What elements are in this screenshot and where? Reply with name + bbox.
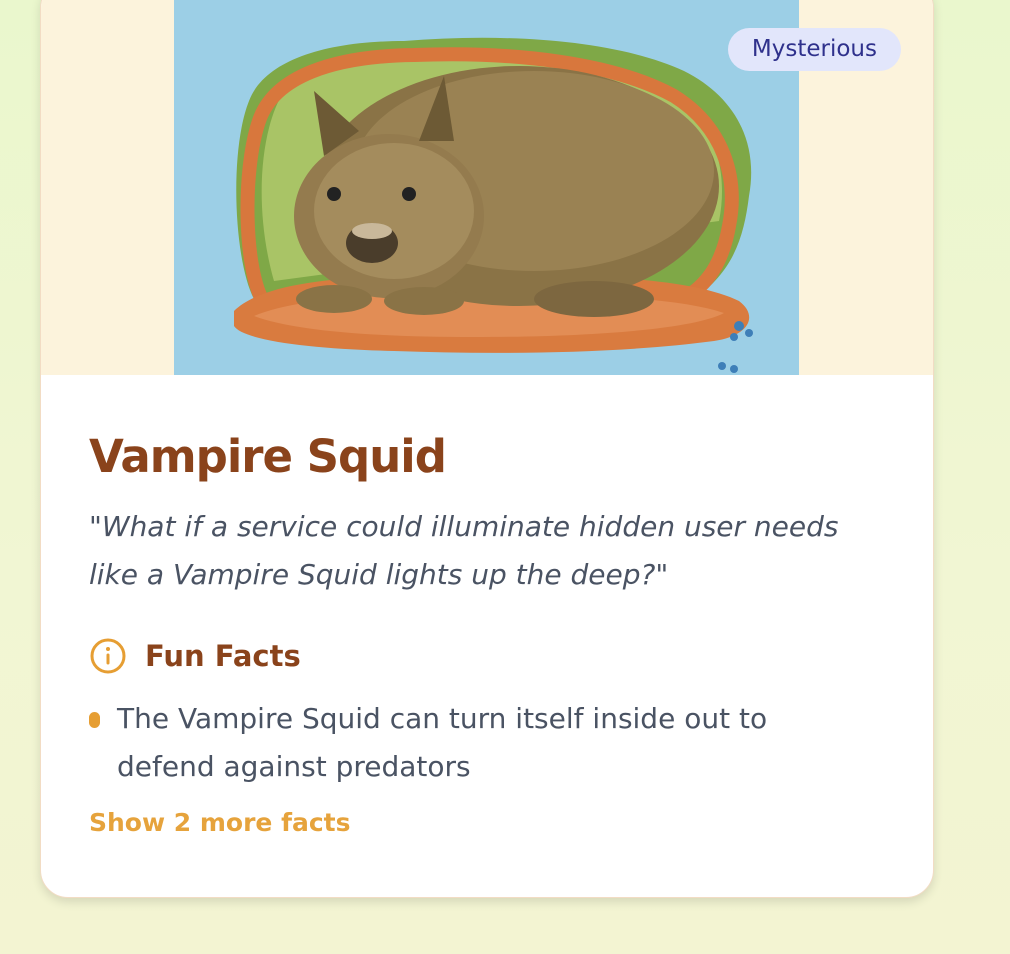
idea-quote: "What if a service could illuminate hidd… <box>89 510 839 591</box>
wombat-image <box>234 37 753 373</box>
show-more-facts-button[interactable]: Show 2 more facts <box>89 808 351 837</box>
animal-title: Vampire Squid <box>89 430 447 483</box>
bullet-dot-icon <box>89 712 100 728</box>
card-hero: Mysterious <box>41 0 933 375</box>
fun-facts-label: Fun Facts <box>145 639 301 673</box>
info-icon <box>90 638 126 674</box>
fact-text: The Vampire Squid can turn itself inside… <box>117 702 768 783</box>
fun-facts-heading: Fun Facts <box>89 637 301 675</box>
animal-card: Mysterious Vampire Squid "What if a serv… <box>40 0 934 898</box>
mood-badge: Mysterious <box>727 28 901 71</box>
wombat-illustration <box>174 0 799 375</box>
